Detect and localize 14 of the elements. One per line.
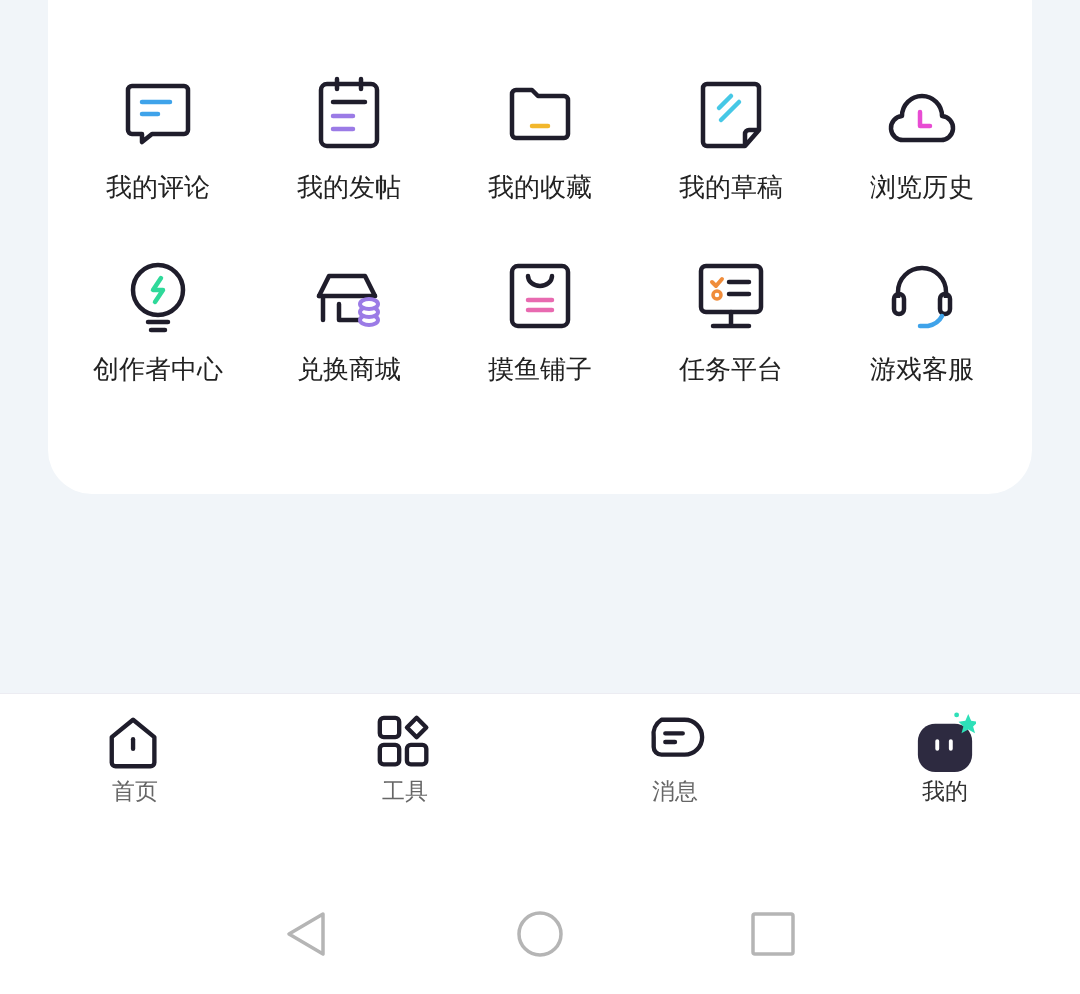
nav-tab[interactable]: 消息 bbox=[652, 778, 698, 806]
menu-item-label[interactable]: 创作者中心 bbox=[93, 356, 224, 382]
menu-item-label[interactable]: 我的发帖 bbox=[297, 174, 402, 200]
menu-item-label[interactable]: 我的草稿 bbox=[678, 174, 783, 200]
nav-tab[interactable]: 我的 bbox=[922, 778, 968, 806]
menu-item-label[interactable]: 兑换商城 bbox=[297, 356, 402, 382]
menu-item-label[interactable]: 我的评论 bbox=[106, 174, 211, 200]
menu-item-label[interactable]: 我的收藏 bbox=[488, 174, 592, 200]
nav-tab[interactable]: 工具 bbox=[382, 778, 428, 806]
menu-item-label[interactable]: 浏览历史 bbox=[869, 174, 974, 200]
menu-item-label[interactable]: 摸鱼铺子 bbox=[488, 356, 592, 382]
menu-item-label[interactable]: 游戏客服 bbox=[869, 356, 974, 382]
nav-tab[interactable]: 首页 bbox=[112, 778, 158, 806]
menu-item-label[interactable]: 任务平台 bbox=[678, 356, 783, 382]
